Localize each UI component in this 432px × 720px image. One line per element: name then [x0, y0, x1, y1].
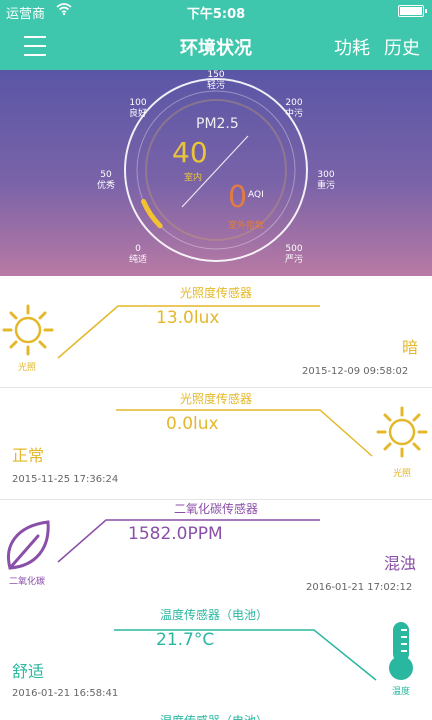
tick-150: 150 轻污 [206, 70, 225, 91]
thermometer-icon [384, 620, 418, 686]
sensor-value: 0.0lux [166, 414, 219, 434]
tick-500: 500 严污 [284, 244, 303, 265]
sensor-timestamp: 2016-01-21 16:58:41 [12, 688, 119, 699]
sensor-card-temperature[interactable]: 温度 温度传感器（电池） 21.7°C 舒适 2016-01-21 16:58:… [0, 600, 432, 712]
temperature-icon-label: 温度 [391, 687, 410, 697]
status-bar: 运营商 下午5:08 [0, 0, 432, 22]
sensor-value: 21.7°C [156, 630, 215, 650]
sensor-timestamp: 2015-12-09 09:58:02 [302, 366, 409, 377]
clock: 下午5:08 [186, 7, 246, 22]
sensor-card-humidity[interactable]: 湿度传感器（电池） [0, 708, 432, 720]
indoor-pm-value: 40 [172, 136, 208, 169]
gauge-progress-arc [141, 198, 163, 229]
sensor-timestamp: 2016-01-21 17:02:12 [306, 582, 413, 593]
outdoor-index-label: 室外指数 [228, 221, 265, 231]
sensor-title: 湿度传感器（电池） [114, 712, 314, 720]
battery-icon [398, 5, 427, 17]
pm25-gauge-panel: 150 轻污 100 良好 200 中污 50 优秀 300 重污 0 纯适 500 严污 P… [0, 70, 432, 276]
sun-icon [2, 304, 54, 360]
light-icon-label: 光照 [392, 469, 411, 479]
sun-icon [376, 406, 428, 462]
aqi-value: 0 [228, 180, 248, 215]
pm25-gauge [124, 78, 308, 262]
leaf-icon [2, 518, 54, 576]
sensor-title: 光照度传感器 [179, 392, 252, 406]
environment-screen: 运营商 下午5:08 环境状况 功耗 历史 150 轻污 100 良好 200 … [0, 0, 432, 720]
sensor-status: 混浊 [384, 554, 417, 573]
sensor-title: 温度传感器（电池） [159, 608, 268, 622]
sensor-title: 光照度传感器 [179, 286, 252, 300]
aqi-label: AQI [248, 190, 264, 200]
tick-300: 300 重污 [316, 170, 335, 191]
sensor-timestamp: 2015-11-25 17:36:24 [12, 474, 119, 485]
tick-200: 200 中污 [284, 98, 303, 119]
sensor-card-light-1[interactable]: 光照 光照度传感器 13.0lux 暗 2015-12-09 09:58:02 [0, 276, 432, 388]
history-button[interactable]: 历史 [384, 34, 420, 60]
power-button[interactable]: 功耗 [334, 34, 370, 60]
indoor-pm-label: 室内 [184, 173, 203, 183]
tick-100: 100 良好 [128, 98, 147, 119]
sensor-card-co2[interactable]: 二氧化碳 二氧化碳传感器 1582.0PPM 混浊 2016-01-21 17:… [0, 500, 432, 612]
tick-0: 0 纯适 [128, 244, 147, 265]
sensor-value: 1582.0PPM [128, 524, 223, 544]
co2-icon-label: 二氧化碳 [8, 577, 45, 587]
sensor-status: 舒适 [12, 662, 45, 681]
sensor-card-light-2[interactable]: 光照 光照度传感器 0.0lux 正常 2015-11-25 17:36:24 [0, 388, 432, 500]
tick-50: 50 优秀 [96, 170, 115, 191]
gauge-title: PM2.5 [196, 116, 239, 132]
light-icon-label: 光照 [17, 363, 36, 373]
sensor-status: 暗 [402, 338, 419, 357]
sensor-value: 13.0lux [156, 308, 220, 328]
sensor-status: 正常 [12, 446, 45, 465]
nav-bar: 环境状况 功耗 历史 [0, 22, 432, 70]
sensor-title: 二氧化碳传感器 [173, 502, 258, 516]
